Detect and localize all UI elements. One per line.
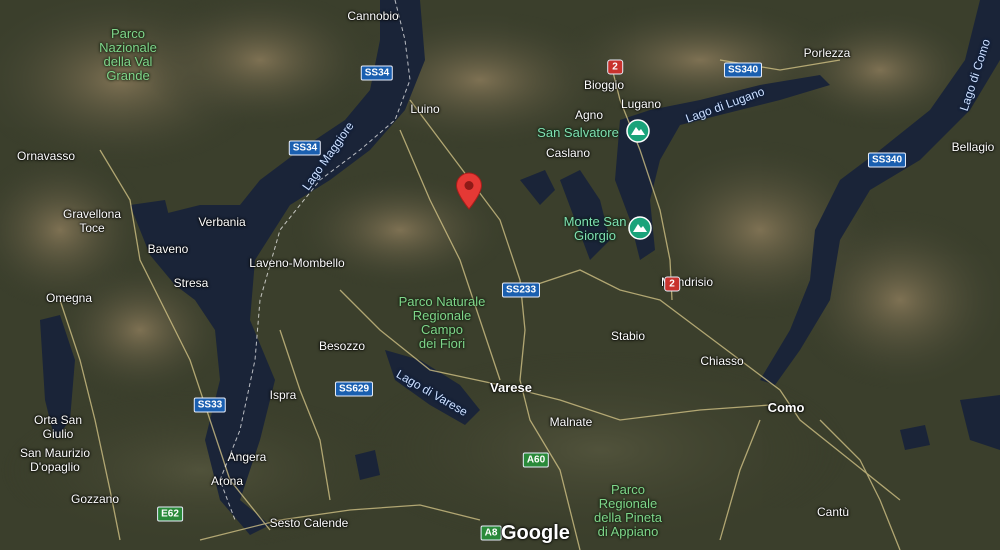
- label-cannobio: Cannobio: [347, 9, 399, 23]
- label-stabio: Stabio: [610, 329, 646, 343]
- mountain-icon[interactable]: [626, 119, 650, 143]
- label-chiasso: Chiasso: [700, 354, 744, 368]
- label-parco-campo-dei-fiori: Parco Naturale Regionale Campo dei Fiori: [398, 294, 486, 351]
- label-gozzano: Gozzano: [70, 492, 120, 506]
- label-besozzo: Besozzo: [318, 339, 366, 353]
- label-luino: Luino: [410, 102, 440, 116]
- label-agno: Agno: [574, 108, 604, 122]
- road-shield-a60: A60: [522, 452, 550, 468]
- label-verbania: Verbania: [198, 215, 246, 229]
- label-orta-san-giulio: Orta San Giulio: [33, 413, 83, 441]
- road-shield-ss340: SS340: [867, 152, 907, 168]
- label-monte-san-giorgio[interactable]: Monte San Giorgio: [564, 215, 627, 243]
- label-malnate: Malnate: [549, 415, 593, 429]
- road-shield-ss629: SS629: [334, 381, 374, 397]
- road-shield-ss340: SS340: [723, 62, 763, 78]
- road-shield-ss233: SS233: [501, 282, 541, 298]
- label-caslano: Caslano: [545, 146, 591, 160]
- label-stresa: Stresa: [173, 276, 209, 290]
- satellite-map[interactable]: Cannobio Luino Bioggio Lugano Agno Porle…: [0, 0, 1000, 550]
- label-omegna: Omegna: [45, 291, 93, 305]
- map-pin-icon[interactable]: [455, 172, 483, 215]
- label-ornavasso: Ornavasso: [16, 149, 76, 163]
- label-laveno-mombello: Laveno-Mombello: [249, 256, 345, 270]
- road-shield-ss33: SS33: [193, 397, 227, 413]
- road-shield-ss34: SS34: [288, 140, 322, 156]
- road-shield-a8: A8: [480, 525, 502, 541]
- label-bellagio: Bellagio: [951, 140, 995, 154]
- label-porlezza: Porlezza: [803, 46, 851, 60]
- label-san-salvatore[interactable]: San Salvatore: [537, 126, 619, 140]
- road-shield-2: 2: [607, 59, 623, 75]
- label-baveno: Baveno: [147, 242, 189, 256]
- label-gravellona-toce: Gravellona Toce: [62, 207, 122, 235]
- label-bioggio: Bioggio: [583, 78, 625, 92]
- label-san-maurizio: San Maurizio D'opaglio: [19, 446, 91, 474]
- label-ispra: Ispra: [269, 388, 297, 402]
- label-cantu: Cantù: [816, 505, 850, 519]
- label-lugano: Lugano: [620, 97, 662, 111]
- road-shield-2: 2: [664, 276, 680, 292]
- label-parco-pineta: Parco Regionale della Pineta di Appiano: [594, 482, 662, 539]
- label-angera: Angera: [227, 450, 267, 464]
- road-shield-ss34: SS34: [360, 65, 394, 81]
- label-sesto-calende: Sesto Calende: [269, 516, 349, 530]
- google-logo: Google: [501, 522, 570, 544]
- label-arona: Arona: [210, 474, 244, 488]
- label-varese: Varese: [490, 380, 532, 395]
- label-como: Como: [767, 400, 805, 415]
- mountain-icon[interactable]: [628, 216, 652, 240]
- road-shield-e62: E62: [157, 506, 183, 522]
- label-parco-val-grande: Parco Nazionale della Val Grande: [99, 26, 157, 83]
